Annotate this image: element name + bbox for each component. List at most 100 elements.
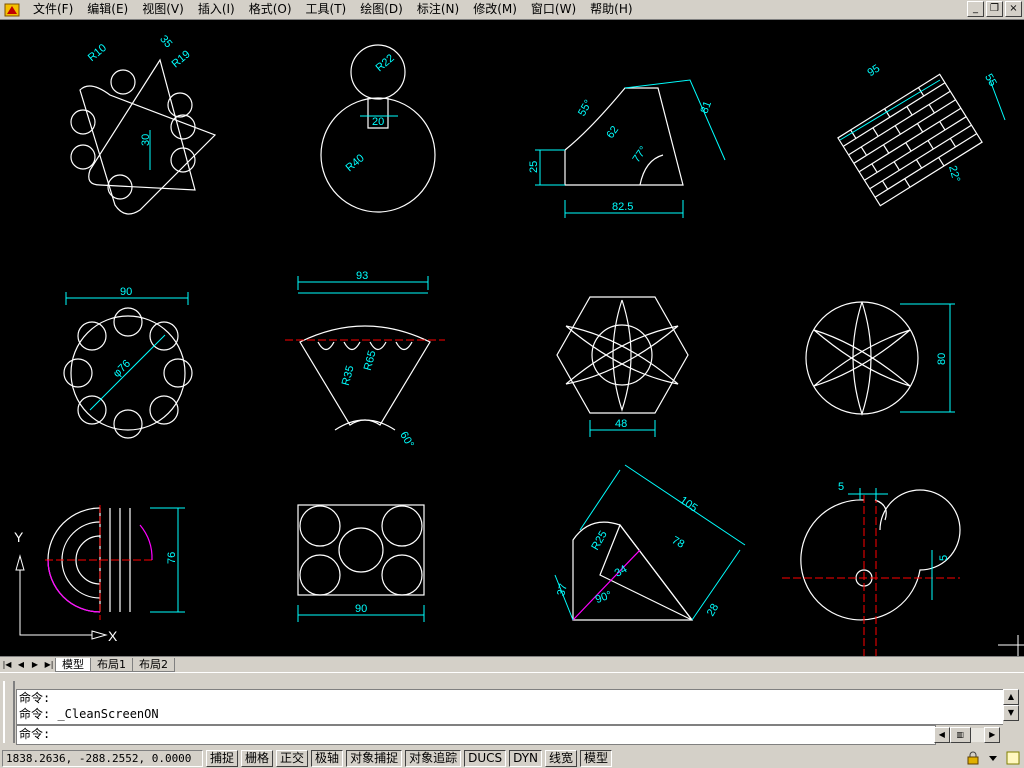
menu-draw[interactable]: 绘图(D) — [353, 1, 410, 18]
dim-28: 28 — [705, 602, 722, 619]
dim-81: 81 — [699, 99, 714, 115]
dim-25: 25 — [528, 161, 540, 173]
ucs-y-label: Y — [14, 529, 24, 545]
dim-95: 95 — [865, 63, 882, 80]
command-window-grip[interactable] — [3, 681, 15, 743]
scroll-down-icon[interactable]: ▼ — [1003, 705, 1019, 721]
close-button[interactable]: × — [1005, 1, 1022, 17]
command-history-line-2: 命令: _CleanScreenON — [19, 707, 159, 721]
dim-78: 78 — [670, 534, 687, 551]
menu-insert[interactable]: 插入(I) — [191, 1, 242, 18]
crosshair-cursor — [998, 635, 1024, 656]
figure-brick-wall — [837, 73, 983, 207]
figure-flower-circle — [805, 301, 919, 416]
menu-view[interactable]: 视图(V) — [135, 1, 191, 18]
figure-fan-shape — [299, 325, 431, 431]
dim-62: 62 — [604, 124, 621, 141]
figure-rect-circles — [297, 504, 425, 596]
layout-tab-bar: |◀ ◀ ▶ ▶| 模型 布局1 布局2 — [0, 656, 1024, 672]
dim-5-right: 5 — [938, 555, 950, 561]
ortho-toggle[interactable]: 正交 — [276, 750, 309, 767]
next-tab-button[interactable]: ▶ — [28, 658, 42, 671]
dim-r35: R35 — [340, 364, 357, 387]
tab-model[interactable]: 模型 — [55, 657, 91, 672]
prev-tab-button[interactable]: ◀ — [14, 658, 28, 671]
figure-spiral — [800, 489, 961, 621]
menu-tools[interactable]: 工具(T) — [299, 1, 354, 18]
menu-file[interactable]: 文件(F) — [26, 1, 80, 18]
dim-105: 105 — [677, 494, 699, 514]
scroll-thumb[interactable]: ▥ — [949, 726, 971, 743]
dim-r22: R22 — [374, 52, 397, 74]
command-window: 命令: 命令: _CleanScreenON ▲ ▼ 命令: ◀ ▥ ▶ — [0, 672, 1024, 749]
tab-layout1[interactable]: 布局1 — [90, 657, 133, 672]
command-history-line-1: 命令: — [19, 691, 51, 705]
menu-format[interactable]: 格式(O) — [242, 1, 299, 18]
dim-93: 93 — [356, 270, 368, 282]
status-menu-arrow-icon[interactable] — [986, 751, 1000, 765]
command-vertical-scrollbar[interactable]: ▲ ▼ — [1003, 689, 1019, 725]
command-horizontal-scrollbar[interactable]: ◀ ▥ ▶ — [934, 726, 1000, 743]
scroll-left-icon[interactable]: ◀ — [934, 726, 950, 743]
coordinate-display[interactable]: 1838.2636, -288.2552, 0.0000 — [2, 750, 203, 767]
dim-phi76: φ76 — [111, 358, 133, 380]
dim-20: 20 — [372, 116, 384, 128]
ucs-x-label: X — [108, 628, 118, 644]
scroll-right-icon[interactable]: ▶ — [984, 726, 1000, 743]
grid-toggle[interactable]: 栅格 — [241, 750, 274, 767]
last-tab-button[interactable]: ▶| — [42, 658, 56, 671]
dim-22deg: 22° — [946, 164, 962, 183]
dim-48: 48 — [615, 418, 627, 430]
dim-30: 30 — [140, 134, 152, 146]
highlight-line — [572, 549, 641, 621]
tab-layout2[interactable]: 布局2 — [132, 657, 175, 672]
dim-34: 34 — [613, 563, 630, 580]
figure-hexagon-star — [556, 296, 689, 414]
dyn-toggle[interactable]: DYN — [509, 750, 543, 767]
dim-77deg: 77° — [630, 144, 649, 165]
minimize-button[interactable]: _ — [967, 1, 984, 17]
status-bar: 1838.2636, -288.2552, 0.0000 捕捉 栅格 正交 极轴… — [0, 749, 1024, 768]
highlight-arc-right — [139, 524, 153, 561]
lineweight-toggle[interactable]: 线宽 — [545, 750, 578, 767]
dim-76: 76 — [166, 552, 178, 564]
clean-screen-icon[interactable] — [1006, 751, 1020, 765]
drawing-canvas[interactable]: R10 35 R19 30 R22 20 R40 55° 62 81 25 77… — [0, 20, 1024, 656]
dim-r19: R19 — [170, 48, 193, 70]
polar-toggle[interactable]: 极轴 — [311, 750, 344, 767]
dim-37: 37 — [555, 582, 570, 597]
dim-r40: R40 — [344, 152, 367, 174]
menu-window[interactable]: 窗口(W) — [524, 1, 583, 18]
dim-80: 80 — [936, 353, 948, 365]
lock-icon[interactable] — [966, 751, 980, 765]
highlight-arc-left — [47, 559, 101, 613]
first-tab-button[interactable]: |◀ — [0, 658, 14, 671]
command-history: 命令: 命令: _CleanScreenON — [16, 689, 1006, 725]
dim-82-5: 82.5 — [612, 201, 633, 213]
dim-55: 55 — [982, 72, 999, 89]
scroll-up-icon[interactable]: ▲ — [1003, 689, 1019, 705]
snap-toggle[interactable]: 捕捉 — [206, 750, 239, 767]
dim-55deg: 55° — [576, 98, 595, 118]
dim-r65: R65 — [362, 349, 379, 372]
dim-5-top: 5 — [838, 481, 844, 493]
ducs-toggle[interactable]: DUCS — [464, 750, 507, 767]
menu-edit[interactable]: 编辑(E) — [80, 1, 135, 18]
menu-bar: 文件(F) 编辑(E) 视图(V) 插入(I) 格式(O) 工具(T) 绘图(D… — [0, 0, 1024, 20]
restore-button[interactable]: ❐ — [986, 1, 1003, 17]
model-toggle[interactable]: 模型 — [580, 750, 613, 767]
otrack-toggle[interactable]: 对象追踪 — [405, 750, 462, 767]
dim-90-top: 90 — [120, 286, 132, 298]
menu-dimension[interactable]: 标注(N) — [410, 1, 466, 18]
menu-help[interactable]: 帮助(H) — [583, 1, 639, 18]
cad-drawing: R10 35 R19 30 R22 20 R40 55° 62 81 25 77… — [14, 33, 1024, 656]
autocad-app-icon[interactable] — [4, 2, 20, 18]
dim-r25: R25 — [589, 529, 609, 552]
menu-modify[interactable]: 修改(M) — [466, 1, 524, 18]
dim-90-bottom: 90 — [355, 603, 367, 615]
dim-r10: R10 — [86, 42, 109, 64]
command-input[interactable]: 命令: — [16, 725, 936, 745]
dim-60deg: 60° — [397, 430, 416, 450]
dim-90deg: 90° — [594, 589, 614, 606]
osnap-toggle[interactable]: 对象捕捉 — [346, 750, 403, 767]
